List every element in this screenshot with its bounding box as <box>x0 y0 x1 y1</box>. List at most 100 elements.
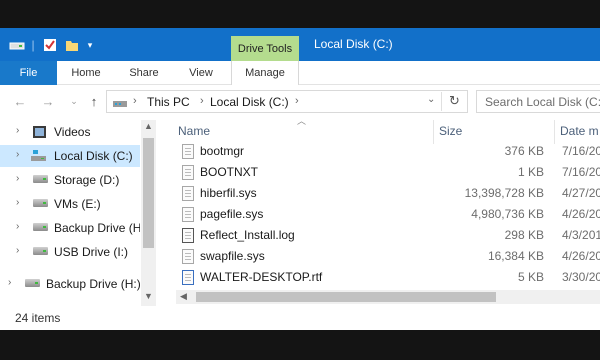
rtf-file-icon <box>182 270 194 285</box>
expand-chevron-icon[interactable]: › <box>8 277 11 288</box>
this-pc-icon <box>112 95 130 109</box>
sidebar-item-storage[interactable]: › Storage (D:) <box>0 169 140 191</box>
breadcrumb-this-pc[interactable]: This PC <box>147 95 190 109</box>
file-size: 298 KB <box>504 228 544 242</box>
file-date: 4/27/20 <box>562 186 600 200</box>
sidebar-item-label: Backup Drive (H:) <box>46 277 140 291</box>
file-size: 13,398,728 KB <box>464 186 544 200</box>
sidebar-item-label: Local Disk (C:) <box>54 149 133 163</box>
breadcrumb-separator: › <box>200 95 204 107</box>
sort-arrow-icon: ︿ <box>297 116 307 126</box>
file-size: 376 KB <box>504 144 544 158</box>
tab-file[interactable]: File <box>0 61 57 85</box>
sidebar-item-label: Backup Drive (H <box>54 221 140 235</box>
file-name: BOOTNXT <box>200 165 259 179</box>
tab-home[interactable]: Home <box>62 61 110 85</box>
column-header-size[interactable]: Size <box>439 124 462 138</box>
scroll-up-icon[interactable]: ▲ <box>144 121 153 131</box>
drive-icon <box>33 175 48 183</box>
file-list-scrollbar[interactable]: ◀ <box>176 290 600 304</box>
file-name: pagefile.sys <box>200 207 264 221</box>
sidebar-item-label: VMs (E:) <box>54 197 101 211</box>
title-bar: | ▾ ─ ☐ <box>0 28 600 81</box>
breadcrumb-separator: › <box>295 95 299 107</box>
file-name: Reflect_Install.log <box>200 228 295 242</box>
drive-icon <box>33 247 48 255</box>
column-header-name[interactable]: Name <box>178 124 210 138</box>
file-size: 5 KB <box>517 270 544 284</box>
file-date: 7/16/20 <box>562 144 600 158</box>
forward-button[interactable]: → <box>40 93 56 109</box>
sidebar-item-backup-drive-root[interactable]: › Backup Drive (H:) <box>0 273 140 295</box>
sidebar-item-vms[interactable]: › VMs (E:) <box>0 193 140 215</box>
quick-access-dropdown-icon[interactable]: ▾ <box>84 37 96 53</box>
new-folder-icon[interactable] <box>64 37 80 53</box>
file-row[interactable]: swapfile.sys 16,384 KB 4/26/20 <box>176 246 600 267</box>
file-name: WALTER-DESKTOP.rtf <box>200 270 323 284</box>
sidebar-item-usb-drive[interactable]: › USB Drive (I:) <box>0 241 140 263</box>
search-placeholder: Search Local Disk (C:) <box>485 95 600 109</box>
breadcrumb-separator: › <box>133 95 137 107</box>
search-box[interactable]: Search Local Disk (C:) <box>476 90 600 113</box>
nav-pane-scrollbar[interactable]: ▲ ▼ <box>141 120 156 306</box>
window-title: Local Disk (C:) <box>314 37 393 51</box>
expand-chevron-icon[interactable]: › <box>16 245 19 256</box>
file-name: hiberfil.sys <box>200 186 257 200</box>
file-date: 4/3/201 <box>562 228 600 242</box>
log-file-icon <box>182 228 194 243</box>
file-row[interactable]: bootmgr 376 KB 7/16/20 <box>176 141 600 162</box>
drive-icon <box>25 279 40 287</box>
item-count: 24 items <box>15 311 61 325</box>
system-drive-icon <box>30 149 46 163</box>
expand-chevron-icon[interactable]: › <box>16 221 19 232</box>
file-size: 4,980,736 KB <box>471 207 544 221</box>
file-icon <box>182 186 194 201</box>
file-name: bootmgr <box>200 144 245 158</box>
file-date: 7/16/20 <box>562 165 600 179</box>
file-row[interactable]: pagefile.sys 4,980,736 KB 4/26/20 <box>176 204 600 225</box>
back-button[interactable]: ← <box>12 93 28 109</box>
file-icon <box>182 144 194 159</box>
file-date: 3/30/20 <box>562 270 600 284</box>
file-row[interactable]: Reflect_Install.log 298 KB 4/3/201 <box>176 225 600 246</box>
sidebar-item-videos[interactable]: › Videos <box>0 121 140 143</box>
file-row[interactable]: WALTER-DESKTOP.rtf 5 KB 3/30/20 <box>176 267 600 288</box>
file-row[interactable]: hiberfil.sys 13,398,728 KB 4/27/20 <box>176 183 600 204</box>
recent-locations-icon[interactable]: ⌄ <box>66 93 82 109</box>
scrollbar-thumb[interactable] <box>196 292 496 302</box>
tab-share[interactable]: Share <box>120 61 168 85</box>
address-bar[interactable]: › This PC › Local Disk (C:) › ⌄ ↻ <box>106 90 468 113</box>
drive-icon <box>33 223 48 231</box>
expand-chevron-icon[interactable]: › <box>16 197 19 208</box>
tab-manage[interactable]: Manage <box>231 61 299 85</box>
separator: | <box>31 38 35 52</box>
file-row[interactable]: BOOTNXT 1 KB 7/16/20 <box>176 162 600 183</box>
scroll-left-icon[interactable]: ◀ <box>180 291 187 302</box>
sidebar-item-label: Videos <box>54 125 91 139</box>
file-icon <box>182 165 194 180</box>
tab-view[interactable]: View <box>177 61 225 85</box>
drive-icon[interactable] <box>8 37 26 53</box>
up-button[interactable]: ↑ <box>86 93 102 109</box>
scrollbar-thumb[interactable] <box>143 138 154 248</box>
sidebar-item-local-disk[interactable]: › Local Disk (C:) <box>0 145 140 167</box>
breadcrumb-local-disk[interactable]: Local Disk (C:) <box>210 95 289 109</box>
ribbon-tabs: File Home Share View Manage <box>0 61 600 85</box>
column-header-date[interactable]: Date m <box>560 124 599 138</box>
drive-icon <box>33 199 48 207</box>
file-date: 4/26/20 <box>562 207 600 221</box>
properties-icon[interactable] <box>42 37 58 53</box>
sidebar-item-label: USB Drive (I:) <box>54 245 129 259</box>
file-size: 1 KB <box>517 165 544 179</box>
expand-chevron-icon[interactable]: › <box>16 173 19 184</box>
scroll-down-icon[interactable]: ▼ <box>144 291 153 301</box>
expand-chevron-icon[interactable]: › <box>16 149 19 160</box>
sidebar-item-label: Storage (D:) <box>54 173 120 187</box>
divider <box>441 92 442 111</box>
sidebar-item-backup-drive[interactable]: › Backup Drive (H <box>0 217 140 239</box>
file-icon <box>182 249 194 264</box>
address-dropdown-icon[interactable]: ⌄ <box>427 94 435 105</box>
expand-chevron-icon[interactable]: › <box>16 125 19 136</box>
refresh-icon[interactable]: ↻ <box>449 93 460 109</box>
drive-tools-tab[interactable]: Drive Tools <box>231 36 299 61</box>
